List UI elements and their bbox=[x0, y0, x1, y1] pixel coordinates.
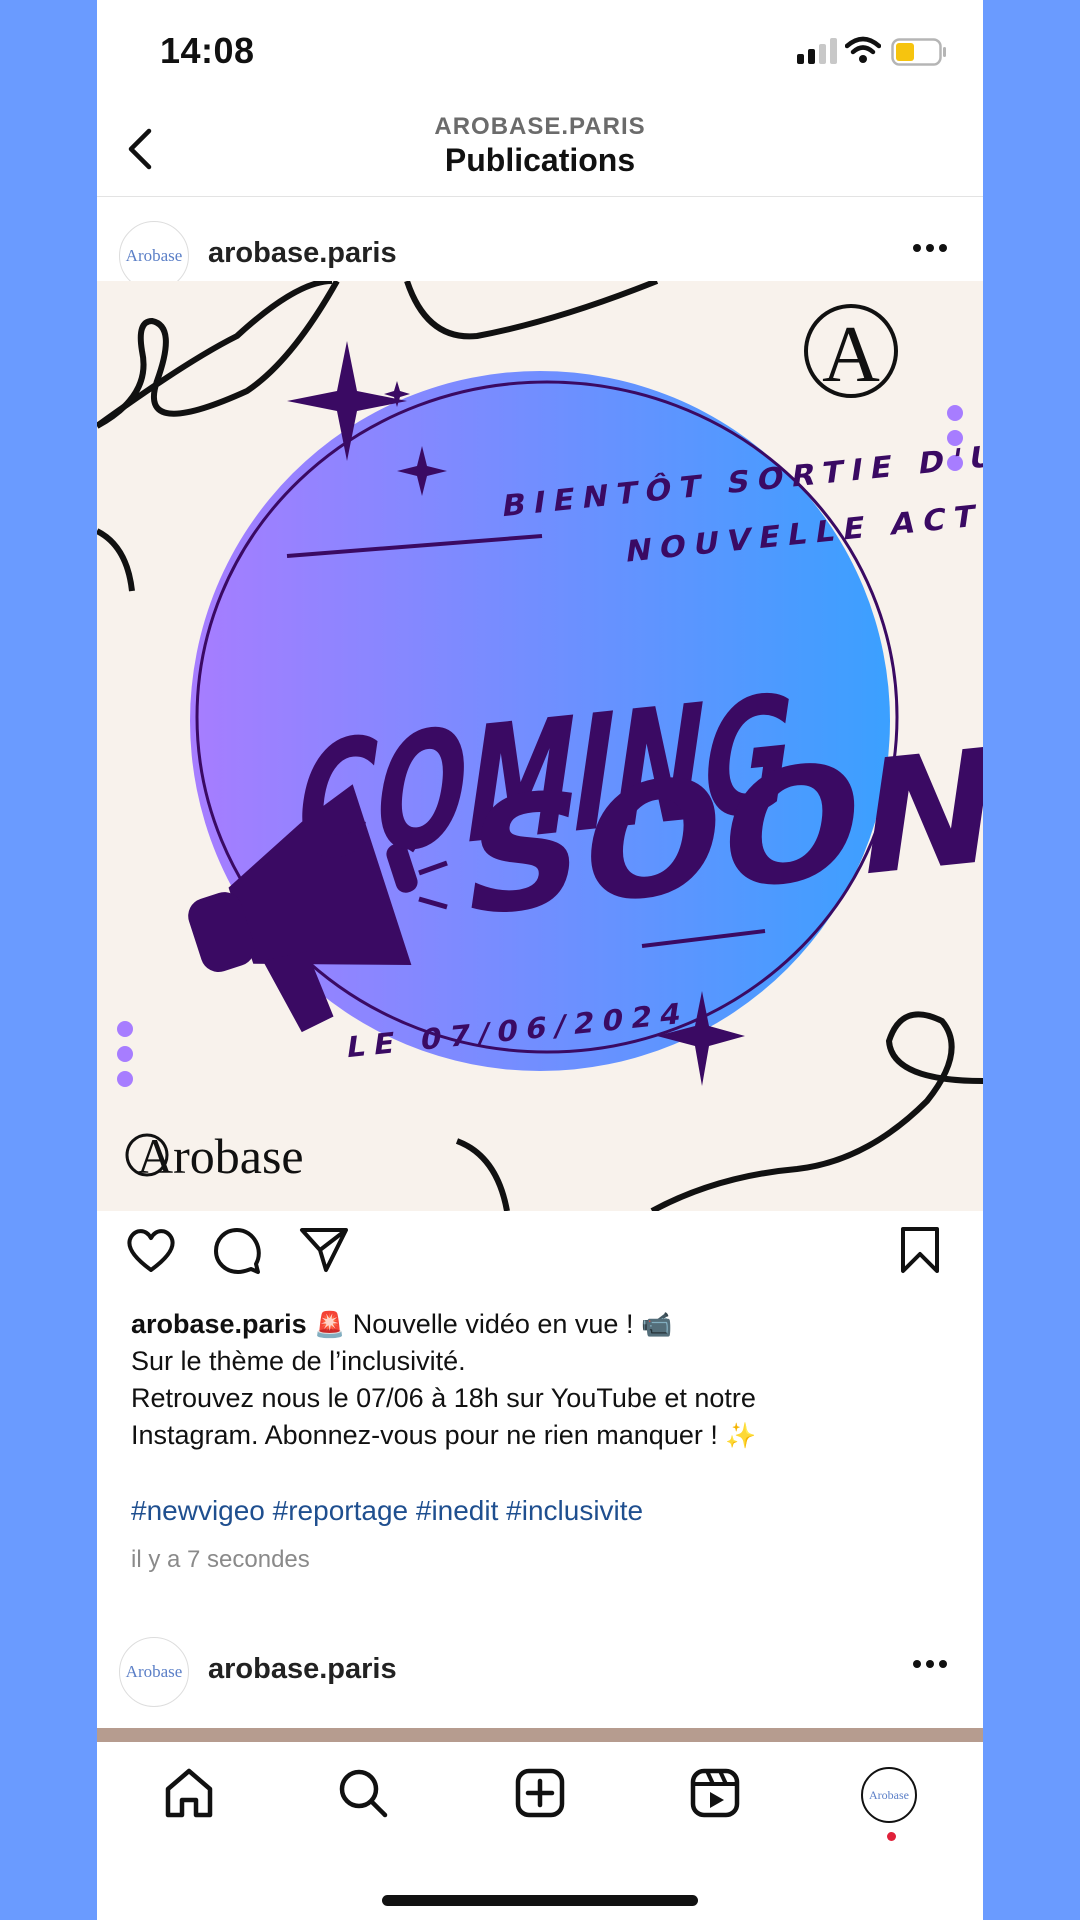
post-caption: arobase.paris 🚨 Nouvelle vidéo en vue ! … bbox=[131, 1306, 951, 1454]
caption-line2: Sur le thème de l’inclusivité. bbox=[131, 1346, 466, 1376]
video-camera-emoji: 📹 bbox=[640, 1310, 673, 1339]
squiggle-line bbox=[97, 528, 135, 592]
avatar[interactable]: Arobase bbox=[119, 1637, 189, 1707]
notification-dot bbox=[887, 1832, 896, 1841]
hashtags[interactable]: #newvigeo #reportage #inedit #inclusivit… bbox=[131, 1495, 643, 1527]
squiggle-line bbox=[97, 281, 340, 429]
battery-icon bbox=[891, 38, 946, 66]
caption-line3: Retrouvez nous le 07/06 à 18h sur YouTub… bbox=[131, 1383, 756, 1413]
caption-line1: Nouvelle vidéo en vue ! bbox=[352, 1309, 634, 1339]
wifi-icon bbox=[845, 36, 881, 63]
reels-icon[interactable] bbox=[689, 1767, 741, 1819]
avatar-text: Arobase bbox=[125, 1662, 183, 1681]
squiggle-line bbox=[404, 281, 659, 340]
page-header: AROBASE.PARIS Publications bbox=[97, 100, 983, 197]
post-timestamp: il y a 7 secondes bbox=[131, 1546, 310, 1573]
post-username[interactable]: arobase.paris bbox=[208, 237, 397, 270]
bookmark-icon[interactable] bbox=[899, 1226, 941, 1274]
create-post-icon[interactable] bbox=[514, 1767, 566, 1819]
avatar-text: Arobase bbox=[125, 246, 183, 265]
search-icon[interactable] bbox=[337, 1767, 389, 1819]
more-options-icon[interactable] bbox=[912, 243, 948, 253]
coming-soon-graphic: A BIENTÔT SORTIE D'UNE NOUVELLE ACTU. CO… bbox=[97, 281, 983, 1211]
header-account-name: AROBASE.PARIS bbox=[434, 113, 646, 140]
post-image[interactable]: A BIENTÔT SORTIE D'UNE NOUVELLE ACTU. CO… bbox=[97, 281, 983, 1211]
brand-logo-text: Arobase bbox=[137, 1128, 304, 1184]
comment-icon[interactable] bbox=[212, 1226, 262, 1276]
home-icon[interactable] bbox=[163, 1767, 215, 1819]
caption-line4: Instagram. Abonnez-vous pour ne rien man… bbox=[131, 1420, 718, 1450]
profile-avatar[interactable]: Arobase bbox=[861, 1767, 917, 1823]
sparkles-emoji: ✨ bbox=[725, 1421, 757, 1450]
more-options-icon[interactable] bbox=[912, 1659, 948, 1669]
heart-icon[interactable] bbox=[125, 1226, 177, 1274]
post-actions bbox=[97, 1226, 983, 1286]
share-icon[interactable] bbox=[299, 1226, 349, 1274]
bottom-navigation: Arobase bbox=[97, 1742, 983, 1920]
next-post-header: Arobase arobase.paris bbox=[97, 1637, 983, 1709]
status-time: 14:08 bbox=[160, 30, 255, 71]
siren-emoji: 🚨 bbox=[314, 1310, 346, 1339]
home-indicator[interactable] bbox=[382, 1895, 698, 1906]
post-username[interactable]: arobase.paris bbox=[208, 1653, 397, 1686]
brand-mark-letter: A bbox=[822, 311, 880, 399]
profile-avatar-text: Arobase bbox=[869, 1787, 909, 1802]
cellular-signal-icon bbox=[797, 38, 837, 64]
page-title: Publications bbox=[444, 142, 636, 178]
phone-screen: 14:08 AROBASE.PARIS Publications Arobase… bbox=[97, 0, 983, 1920]
status-bar: 14:08 bbox=[97, 0, 983, 100]
next-post-image[interactable] bbox=[97, 1728, 983, 1742]
caption-username[interactable]: arobase.paris bbox=[131, 1309, 307, 1339]
squiggle-line bbox=[455, 1138, 510, 1211]
